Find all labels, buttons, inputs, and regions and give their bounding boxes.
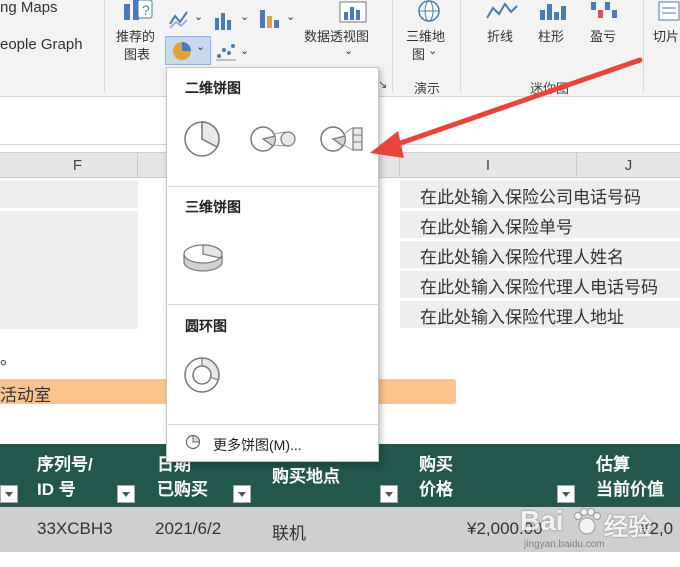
annotation-arrow [370,57,643,158]
